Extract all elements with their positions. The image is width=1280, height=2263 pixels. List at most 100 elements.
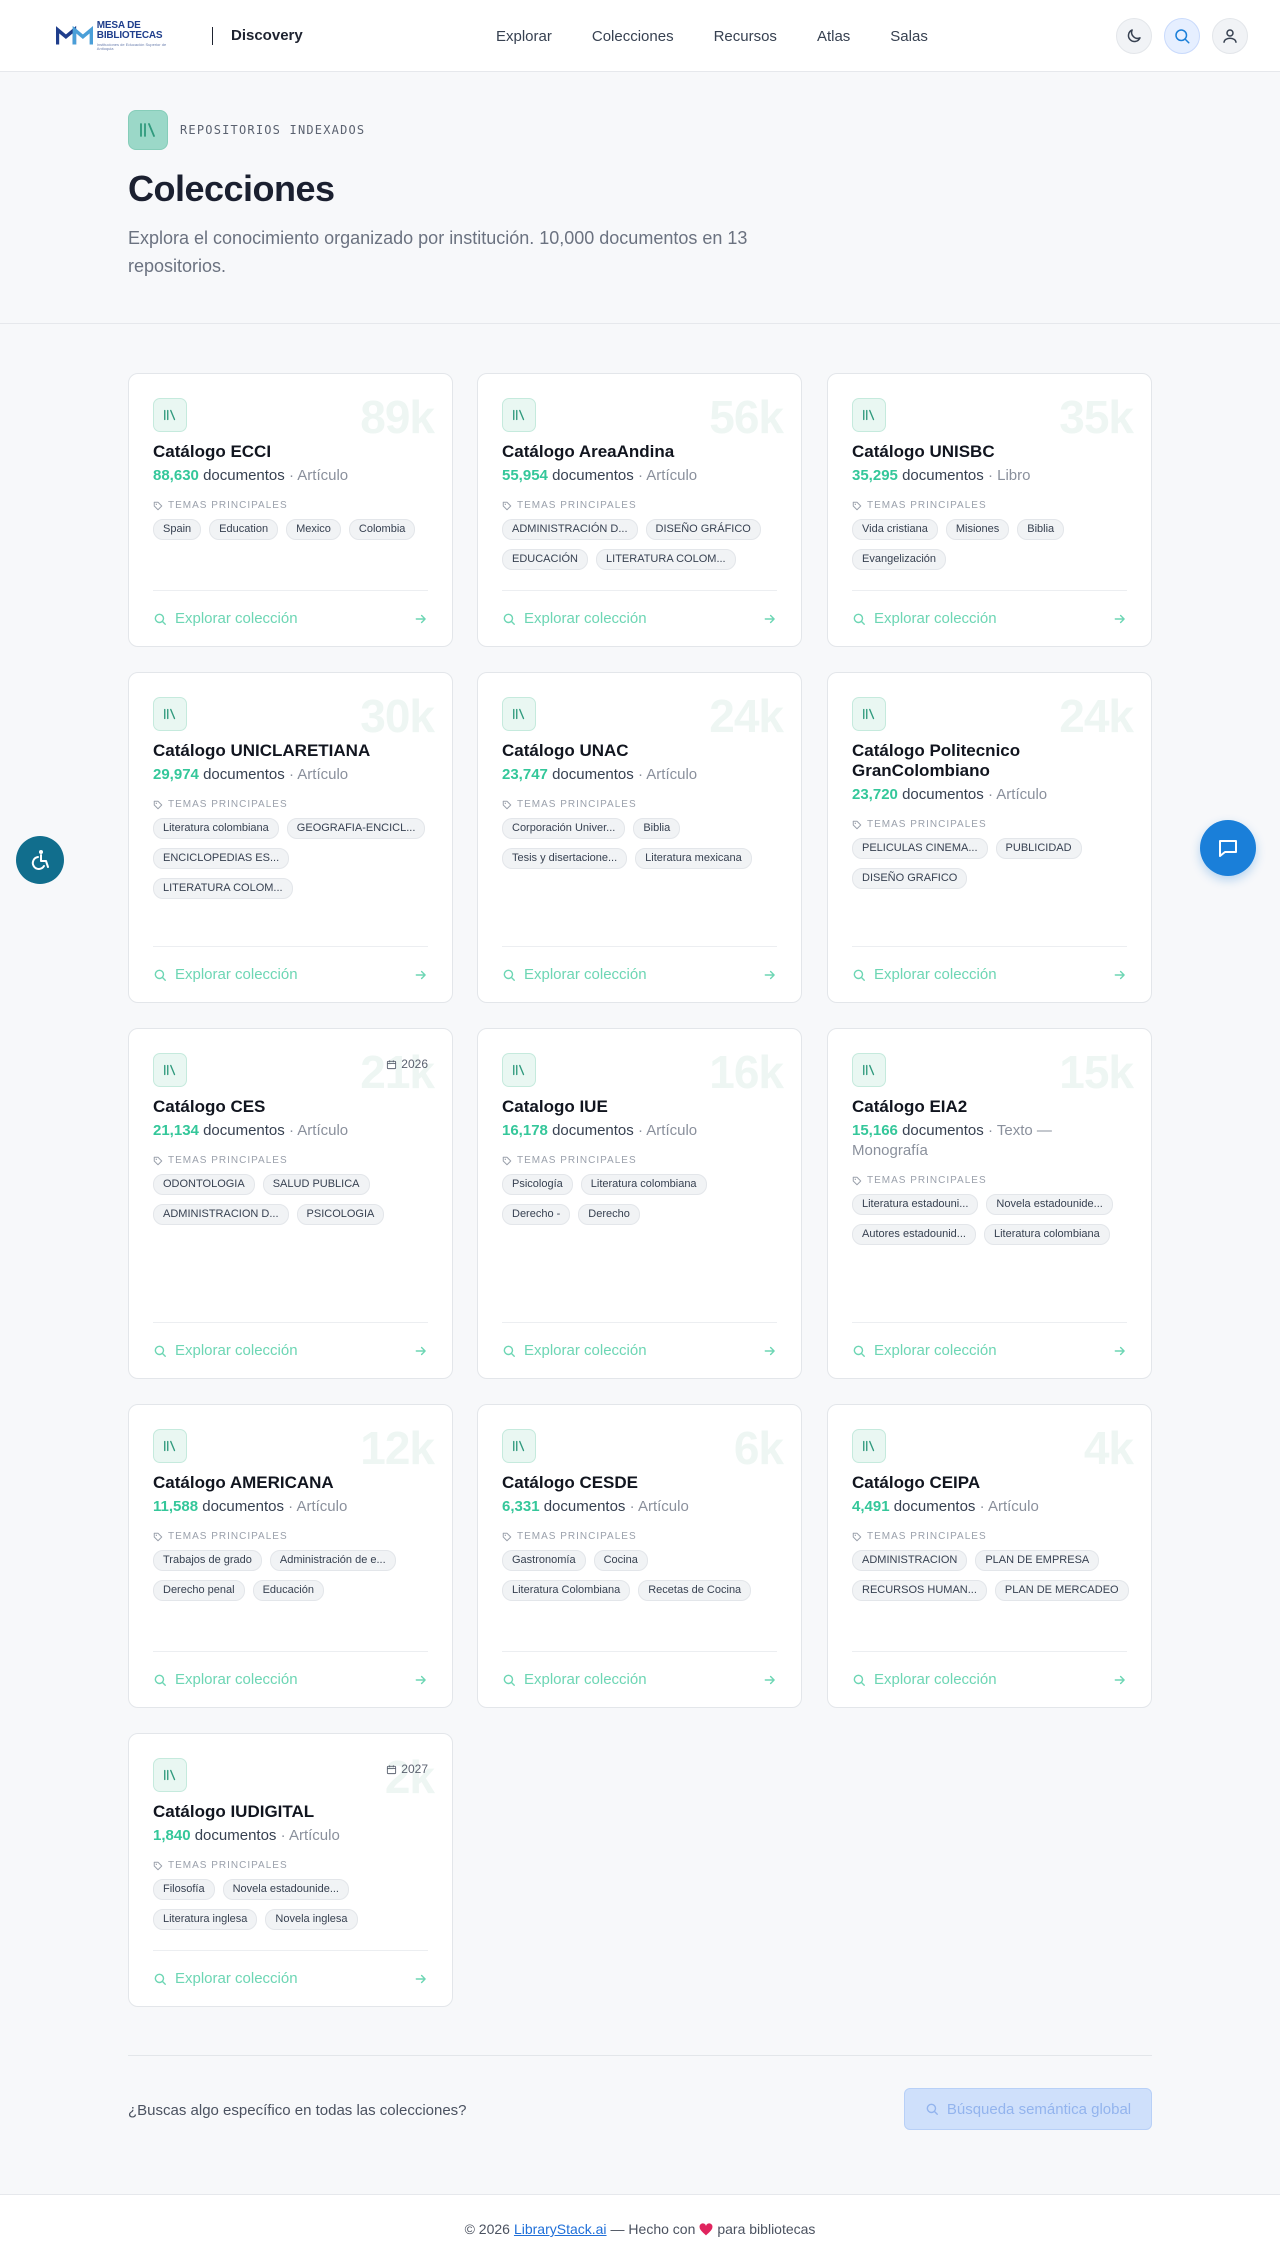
brand-name[interactable]: Discovery xyxy=(231,27,303,44)
topic-chip[interactable]: Biblia xyxy=(1017,519,1065,540)
topic-chip[interactable]: Derecho - xyxy=(502,1204,571,1225)
explore-collection-link[interactable]: Explorar colección xyxy=(153,1342,298,1359)
topic-chip[interactable]: Literatura colombiana xyxy=(153,818,279,839)
card-title[interactable]: Catálogo CES xyxy=(153,1097,428,1117)
topic-chip[interactable]: Autores estadounid... xyxy=(852,1224,976,1245)
arrow-right-icon[interactable] xyxy=(414,1344,428,1358)
topic-chip[interactable]: Tesis y disertacione... xyxy=(502,848,628,869)
card-footer[interactable]: Explorar colección xyxy=(502,946,777,1002)
topic-chip[interactable]: Literatura estadouni... xyxy=(852,1194,979,1215)
collection-card[interactable]: 24k Catálogo UNAC 23,747 documentos · Artí… xyxy=(477,672,802,1003)
topic-chip[interactable]: ADMINISTRACIÓN D... xyxy=(502,519,638,540)
topic-chip[interactable]: LITERATURA COLOM... xyxy=(596,549,736,570)
arrow-right-icon[interactable] xyxy=(414,1972,428,1986)
arrow-right-icon[interactable] xyxy=(1113,612,1127,626)
topic-chip[interactable]: PLAN DE MERCADEO xyxy=(994,1580,1129,1601)
topic-chip[interactable]: DISEÑO GRÁFICO xyxy=(645,519,761,540)
collection-card[interactable]: 4k Catálogo CEIPA 4,491 documentos · Artíc… xyxy=(827,1404,1152,1708)
arrow-right-icon[interactable] xyxy=(1113,1344,1127,1358)
card-footer[interactable]: Explorar colección xyxy=(502,1322,777,1378)
topic-chip[interactable]: Literatura mexicana xyxy=(635,848,752,869)
topic-chip[interactable]: PUBLICIDAD xyxy=(995,838,1082,859)
topic-chip[interactable]: DISEÑO GRAFICO xyxy=(852,868,968,889)
explore-collection-link[interactable]: Explorar colección xyxy=(153,1671,298,1688)
card-title[interactable]: Catálogo CEIPA xyxy=(852,1473,1127,1493)
explore-collection-link[interactable]: Explorar colección xyxy=(502,966,647,983)
explore-collection-link[interactable]: Explorar colección xyxy=(502,1342,647,1359)
topic-chip[interactable]: GEOGRAFIA-ENCICL... xyxy=(286,818,426,839)
topic-chip[interactable]: EDUCACIÓN xyxy=(502,549,589,570)
card-title[interactable]: Catálogo ECCI xyxy=(153,442,428,462)
collection-card[interactable]: 6k Catálogo CESDE 6,331 documentos · Artíc… xyxy=(477,1404,802,1708)
nav-explorar[interactable]: Explorar xyxy=(496,28,552,45)
explore-collection-link[interactable]: Explorar colección xyxy=(502,610,647,627)
explore-collection-link[interactable]: Explorar colección xyxy=(153,610,298,627)
collection-card[interactable]: 35k Catálogo UNISBC 35,295 documentos · Li… xyxy=(827,373,1152,647)
topic-chip[interactable]: Evangelización xyxy=(852,549,946,570)
topic-chip[interactable]: Gastronomía xyxy=(502,1550,586,1571)
arrow-right-icon[interactable] xyxy=(414,1673,428,1687)
collection-card[interactable]: 16k Catalogo IUE 16,178 documentos · Artíc… xyxy=(477,1028,802,1379)
nav-colecciones[interactable]: Colecciones xyxy=(592,28,674,45)
arrow-right-icon[interactable] xyxy=(763,1673,777,1687)
footer-librarystack-link[interactable]: LibraryStack.ai xyxy=(514,2221,607,2237)
card-title[interactable]: Catálogo Politecnico GranColombiano xyxy=(852,741,1127,781)
card-title[interactable]: Catálogo UNICLARETIANA xyxy=(153,741,428,761)
arrow-right-icon[interactable] xyxy=(414,612,428,626)
explore-collection-link[interactable]: Explorar colección xyxy=(153,966,298,983)
user-account-button[interactable] xyxy=(1212,18,1248,54)
card-title[interactable]: Catálogo AMERICANA xyxy=(153,1473,428,1493)
topic-chip[interactable]: ODONTOLOGIA xyxy=(153,1174,255,1195)
topic-chip[interactable]: ADMINISTRACION D... xyxy=(153,1204,289,1225)
topic-chip[interactable]: Mexico xyxy=(286,519,341,540)
explore-collection-link[interactable]: Explorar colección xyxy=(502,1671,647,1688)
explore-collection-link[interactable]: Explorar colección xyxy=(852,1671,997,1688)
topic-chip[interactable]: RECURSOS HUMAN... xyxy=(852,1580,987,1601)
arrow-right-icon[interactable] xyxy=(763,1344,777,1358)
card-title[interactable]: Catálogo UNAC xyxy=(502,741,777,761)
card-title[interactable]: Catálogo EIA2 xyxy=(852,1097,1127,1117)
card-footer[interactable]: Explorar colección xyxy=(852,946,1127,1002)
topic-chip[interactable]: Trabajos de grado xyxy=(153,1550,262,1571)
topic-chip[interactable]: ENCICLOPEDIAS ES... xyxy=(153,848,290,869)
topic-chip[interactable]: SALUD PUBLICA xyxy=(262,1174,370,1195)
topic-chip[interactable]: Spain xyxy=(153,519,202,540)
chat-button[interactable] xyxy=(1200,820,1256,876)
card-footer[interactable]: Explorar colección xyxy=(153,1950,428,2006)
nav-salas[interactable]: Salas xyxy=(890,28,928,45)
global-semantic-search-button[interactable]: Búsqueda semántica global xyxy=(904,2088,1152,2130)
card-footer[interactable]: Explorar colección xyxy=(852,1322,1127,1378)
arrow-right-icon[interactable] xyxy=(763,968,777,982)
topic-chip[interactable]: Literatura colombiana xyxy=(580,1174,707,1195)
card-footer[interactable]: Explorar colección xyxy=(852,1651,1127,1707)
topic-chip[interactable]: Literatura inglesa xyxy=(153,1909,258,1930)
card-footer[interactable]: Explorar colección xyxy=(153,946,428,1002)
collection-card[interactable]: 15k Catálogo EIA2 15,166 documentos · Text… xyxy=(827,1028,1152,1379)
topic-chip[interactable]: Psicología xyxy=(502,1174,573,1195)
topic-chip[interactable]: Cocina xyxy=(593,1550,648,1571)
topic-chip[interactable]: ADMINISTRACION xyxy=(852,1550,968,1571)
topic-chip[interactable]: PSICOLOGIA xyxy=(296,1204,385,1225)
topic-chip[interactable]: Recetas de Cocina xyxy=(638,1580,752,1601)
topic-chip[interactable]: PELICULAS CINEMA... xyxy=(852,838,988,859)
logo[interactable]: MESA DE BIBLIOTECAS Instituciones de Edu… xyxy=(56,19,176,53)
card-footer[interactable]: Explorar colección xyxy=(153,590,428,646)
card-title[interactable]: Catalogo IUE xyxy=(502,1097,777,1117)
collection-card[interactable]: 24k Catálogo Politecnico GranColombiano 23… xyxy=(827,672,1152,1003)
card-title[interactable]: Catálogo CESDE xyxy=(502,1473,777,1493)
collection-card[interactable]: 89k Catálogo ECCI 88,630 documentos · Artí… xyxy=(128,373,453,647)
accessibility-button[interactable] xyxy=(16,836,64,884)
search-button[interactable] xyxy=(1164,18,1200,54)
collection-card[interactable]: 21k 2026 Catálogo CES 21,134 documentos · A… xyxy=(128,1028,453,1379)
card-footer[interactable]: Explorar colección xyxy=(153,1322,428,1378)
topic-chip[interactable]: Filosofía xyxy=(153,1879,215,1900)
nav-atlas[interactable]: Atlas xyxy=(817,28,850,45)
topic-chip[interactable]: Novela estadounide... xyxy=(986,1194,1113,1215)
collection-card[interactable]: 2k 2027 Catálogo IUDIGITAL 1,840 documentos… xyxy=(128,1733,453,2007)
topic-chip[interactable]: PLAN DE EMPRESA xyxy=(975,1550,1100,1571)
card-footer[interactable]: Explorar colección xyxy=(153,1651,428,1707)
topic-chip[interactable]: Educación xyxy=(252,1580,324,1601)
topic-chip[interactable]: Colombia xyxy=(348,519,416,540)
card-title[interactable]: Catálogo AreaAndina xyxy=(502,442,777,462)
theme-toggle-button[interactable] xyxy=(1116,18,1152,54)
